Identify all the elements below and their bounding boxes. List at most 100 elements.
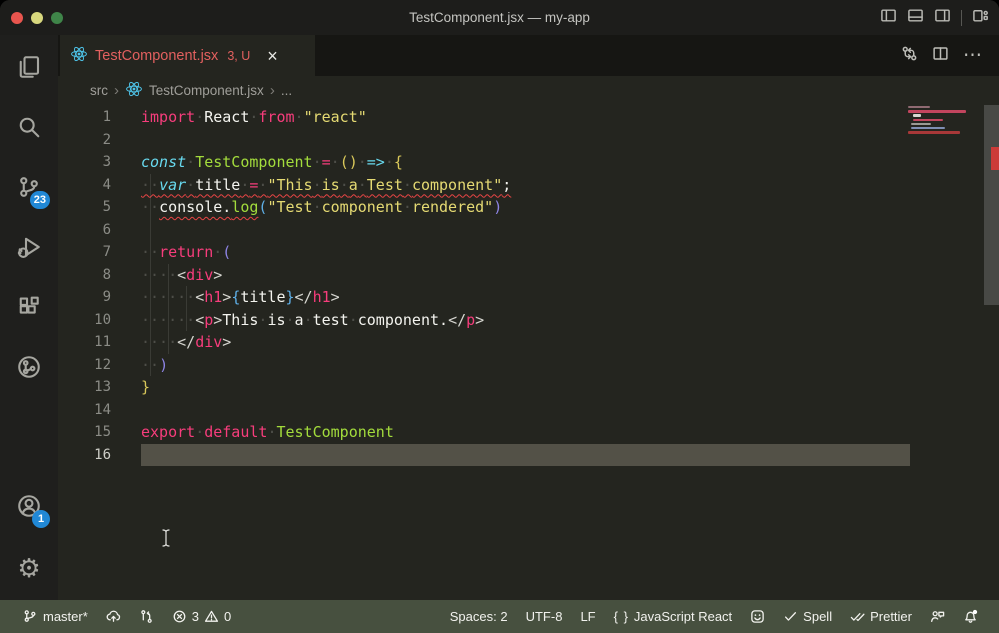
bell-dot-icon	[963, 609, 978, 624]
code-line-15[interactable]: 15export·default·TestComponent	[58, 421, 999, 444]
open-changes-icon[interactable]	[901, 45, 918, 67]
breadcrumb-item[interactable]: src	[90, 83, 108, 98]
activity-item-accounts[interactable]: 1	[0, 482, 58, 534]
tab-testcomponent[interactable]: TestComponent.jsx 3, U ×	[60, 35, 315, 76]
code-editor[interactable]: 1import·React·from·"react"23const·TestCo…	[58, 104, 999, 600]
indent-guide	[186, 286, 187, 331]
activity-item-source-control[interactable]: 23	[0, 163, 58, 215]
panel-bottom-icon[interactable]	[907, 7, 924, 29]
badge: 23	[30, 191, 50, 209]
code-line-3[interactable]: 3const·TestComponent·=·()·=>·{	[58, 151, 999, 174]
line-number: 15	[58, 421, 141, 444]
minimap-line	[911, 127, 945, 129]
person-feedback-icon	[930, 609, 945, 624]
statusbar-feedback-smiley[interactable]	[741, 600, 774, 633]
files-icon	[17, 55, 41, 84]
code-line-9[interactable]: 9······<h1>{title}</h1>	[58, 286, 999, 309]
git-graph-icon	[17, 355, 41, 384]
tab-bar: TestComponent.jsx 3, U × ⋯	[58, 35, 999, 76]
statusbar-label: master*	[43, 609, 88, 624]
minimap-line	[913, 114, 921, 116]
line-content: ··)	[141, 354, 168, 377]
status-bar: master* 30 Spaces: 2 UTF-8 LF { }JavaScript …	[0, 600, 999, 633]
divider-icon	[961, 10, 962, 26]
activity-item-git-graph[interactable]	[0, 343, 58, 395]
statusbar-notifications[interactable]	[954, 600, 987, 633]
code-line-11[interactable]: 11····</div>	[58, 331, 999, 354]
code-line-2[interactable]: 2	[58, 129, 999, 152]
code-line-16[interactable]: 16	[58, 444, 999, 467]
indent-guide	[168, 264, 169, 354]
breadcrumb-item[interactable]: TestComponent.jsx	[149, 83, 264, 98]
close-tab-icon[interactable]: ×	[267, 47, 278, 65]
zoom-window-button[interactable]	[51, 12, 63, 24]
warning-icon	[204, 609, 219, 624]
statusbar-encoding[interactable]: UTF-8	[517, 600, 572, 633]
titlebar-layout-controls	[880, 0, 989, 35]
activity-item-search[interactable]	[0, 103, 58, 155]
editor-actions: ⋯	[901, 35, 999, 76]
statusbar-publish[interactable]	[97, 600, 130, 633]
line-content: ····</div>	[141, 331, 231, 354]
mouse-ibeam-cursor	[160, 528, 172, 548]
code-line-13[interactable]: 13}	[58, 376, 999, 399]
statusbar-label: LF	[580, 609, 595, 624]
editor-region: TestComponent.jsx 3, U × ⋯ src›TestCompo…	[58, 35, 999, 600]
statusbar-branch[interactable]: master*	[14, 600, 97, 633]
layout-icon[interactable]	[972, 7, 989, 29]
minimize-window-button[interactable]	[31, 12, 43, 24]
line-number: 8	[58, 264, 141, 287]
line-content: const·TestComponent·=·()·=>·{	[141, 151, 403, 174]
statusbar-person-feedback[interactable]	[921, 600, 954, 633]
statusbar-git-actions[interactable]	[130, 600, 163, 633]
statusbar-spell[interactable]: Spell	[774, 600, 841, 633]
close-window-button[interactable]	[11, 12, 23, 24]
line-content: }	[141, 376, 150, 399]
vscode-window: TestComponent.jsx — my-app 23 1 ⚙ TestCom…	[0, 0, 999, 633]
breadcrumb-item[interactable]: ...	[281, 83, 292, 98]
code-line-5[interactable]: 5··console.log("Test·component·rendered"…	[58, 196, 999, 219]
line-content: ··console.log("Test·component·rendered")	[141, 196, 502, 219]
activity-item-extensions[interactable]	[0, 283, 58, 335]
scrollbar-thumb[interactable]	[984, 105, 999, 305]
code-line-1[interactable]: 1import·React·from·"react"	[58, 106, 999, 129]
line-number: 4	[58, 174, 141, 197]
code-line-4[interactable]: 4··var·title·=·"This·is·a·Test·component…	[58, 174, 999, 197]
traffic-lights	[11, 12, 63, 24]
panel-right-icon[interactable]	[934, 7, 951, 29]
code-line-7[interactable]: 7··return·(	[58, 241, 999, 264]
panel-left-icon[interactable]	[880, 7, 897, 29]
minimap[interactable]	[908, 104, 984, 144]
split-editor-icon[interactable]	[932, 45, 949, 67]
activity-item-settings[interactable]: ⚙	[0, 542, 58, 594]
statusbar-problems[interactable]: 30	[163, 600, 240, 633]
activity-item-run-debug[interactable]	[0, 223, 58, 275]
check-icon	[783, 609, 798, 624]
code-line-6[interactable]: 6	[58, 219, 999, 242]
statusbar-indentation[interactable]: Spaces: 2	[441, 600, 517, 633]
line-number: 9	[58, 286, 141, 309]
activity-item-explorer[interactable]	[0, 43, 58, 95]
code-line-10[interactable]: 10······<p>This·is·a·test·component.</p>	[58, 309, 999, 332]
statusbar-eol[interactable]: LF	[571, 600, 604, 633]
debug-icon	[17, 235, 41, 264]
title-bar: TestComponent.jsx — my-app	[0, 0, 999, 35]
statusbar-label: UTF-8	[526, 609, 563, 624]
statusbar-prettier[interactable]: Prettier	[841, 600, 921, 633]
line-number: 14	[58, 399, 141, 422]
line-content: ····<div>	[141, 264, 222, 287]
minimap-line	[908, 106, 930, 108]
overview-ruler-error-marker	[991, 147, 999, 170]
line-content: ··return·(	[141, 241, 231, 264]
activity-bar: 23 1 ⚙	[0, 35, 58, 600]
line-number: 12	[58, 354, 141, 377]
statusbar-label: Prettier	[870, 609, 912, 624]
current-line-highlight	[141, 444, 910, 467]
code-line-12[interactable]: 12··)	[58, 354, 999, 377]
gear-icon: ⚙	[17, 555, 40, 581]
badge: 1	[32, 510, 50, 528]
statusbar-language-mode[interactable]: { }JavaScript React	[605, 600, 742, 633]
code-line-14[interactable]: 14	[58, 399, 999, 422]
code-line-8[interactable]: 8····<div>	[58, 264, 999, 287]
line-number: 5	[58, 196, 141, 219]
